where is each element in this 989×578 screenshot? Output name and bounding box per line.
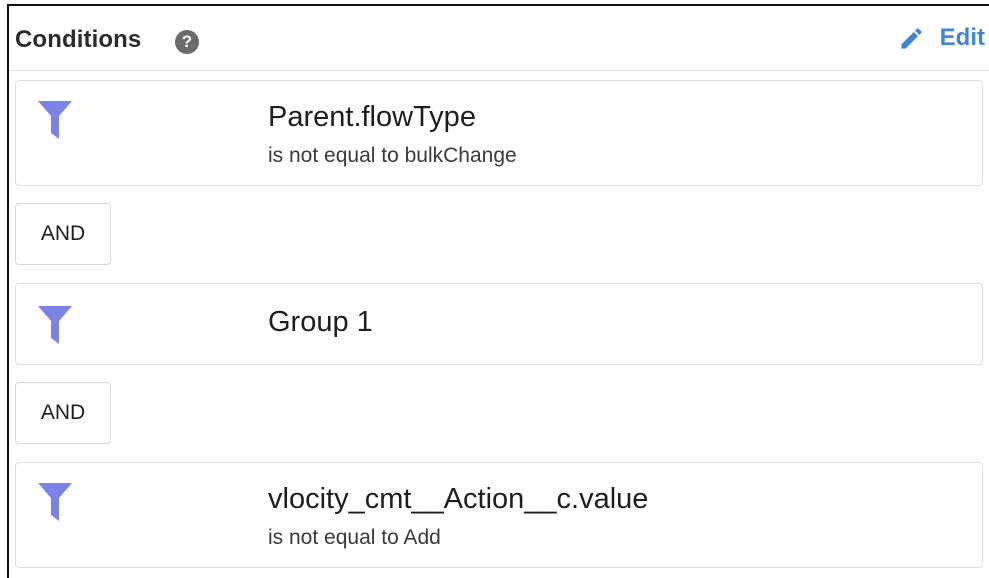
filter-icon [38, 306, 72, 344]
condition-card[interactable]: vlocity_cmt__Action__c.value is not equa… [15, 462, 983, 568]
help-icon[interactable]: ? [175, 30, 199, 54]
condition-card[interactable]: Parent.flowType is not equal to bulkChan… [15, 80, 983, 186]
condition-title: Parent.flowType [268, 101, 476, 133]
filter-icon [38, 483, 72, 521]
conditions-title: Conditions [15, 26, 142, 53]
and-operator[interactable]: AND [15, 203, 111, 265]
condition-card-group[interactable]: Group 1 [15, 283, 983, 365]
condition-title: vlocity_cmt__Action__c.value [268, 483, 649, 515]
conditions-panel: Conditions ? Edit Parent.flowType is not… [7, 4, 989, 578]
pencil-icon [901, 27, 922, 49]
edit-label: Edit [939, 24, 985, 51]
conditions-header: Conditions ? Edit [9, 6, 989, 71]
condition-description: is not equal to bulkChange [268, 144, 517, 167]
condition-title: Group 1 [268, 306, 373, 338]
and-operator[interactable]: AND [15, 382, 111, 444]
filter-icon [38, 101, 72, 139]
edit-button[interactable]: Edit [898, 23, 985, 53]
condition-description: is not equal to Add [268, 526, 441, 549]
